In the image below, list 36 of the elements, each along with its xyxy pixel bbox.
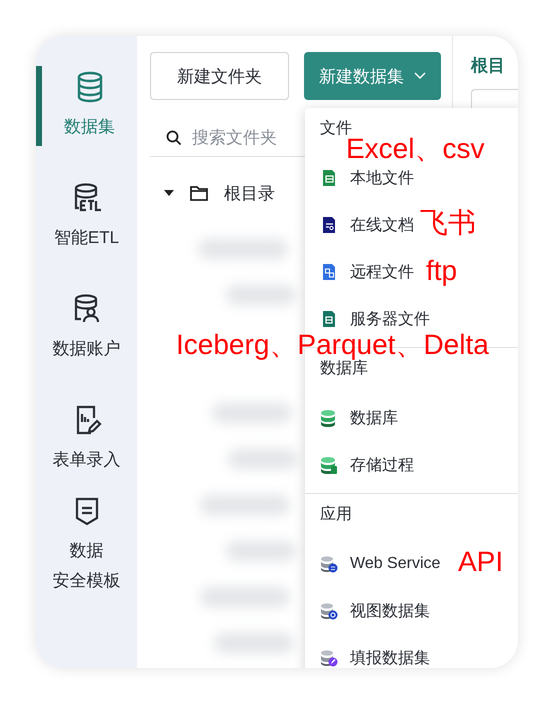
menu-item[interactable]: Web Service xyxy=(320,552,440,576)
annotation-text: Excel、csv xyxy=(346,136,484,162)
menu-item[interactable]: 填报数据集 xyxy=(320,646,430,668)
search-icon xyxy=(166,130,182,146)
menu-item[interactable]: 本地文件 xyxy=(320,166,414,190)
database-badge-icon xyxy=(320,602,338,620)
new-dataset-button[interactable]: 新建数据集 xyxy=(304,52,441,100)
database-icon xyxy=(320,409,338,427)
database-icon xyxy=(320,456,338,474)
chevron-down-icon xyxy=(414,72,426,80)
document-icon xyxy=(320,216,338,234)
menu-item[interactable]: 视图数据集 xyxy=(320,599,430,623)
annotation-text: ftp xyxy=(426,258,458,284)
menu-item[interactable]: 在线文档 xyxy=(320,213,414,237)
document-icon xyxy=(320,310,338,328)
menu-item[interactable]: 服务器文件 xyxy=(320,307,430,331)
menu-group-title: 应用 xyxy=(320,505,352,525)
folder-icon xyxy=(190,185,208,201)
sidebar-item[interactable]: 数据 安全模板 xyxy=(36,490,137,596)
annotation-text: Iceberg、Parquet、Delta xyxy=(176,332,489,358)
sidebar-item[interactable]: 表单录入 xyxy=(36,399,137,479)
menu-item[interactable]: 数据库 xyxy=(320,406,398,430)
menu-item[interactable]: 存储过程 xyxy=(320,453,414,477)
menu-group-title: 数据库 xyxy=(320,360,368,379)
menu-item[interactable]: 远程文件 xyxy=(320,260,414,284)
panel-title: 根目 xyxy=(471,55,506,77)
new-folder-button[interactable]: 新建文件夹 xyxy=(150,52,289,100)
sidebar-item[interactable]: 数据账户 xyxy=(36,288,137,368)
annotation-text: API xyxy=(458,549,504,575)
menu-group-title: 文件 xyxy=(320,119,352,138)
annotation-text: 飞书 xyxy=(420,210,476,236)
sidebar-item[interactable]: 智能ETL xyxy=(36,177,137,257)
document-icon xyxy=(320,263,338,281)
sidebar-item[interactable]: 数据集 xyxy=(36,66,137,146)
spreadsheet-icon xyxy=(320,169,338,187)
database-badge-icon xyxy=(320,555,338,573)
